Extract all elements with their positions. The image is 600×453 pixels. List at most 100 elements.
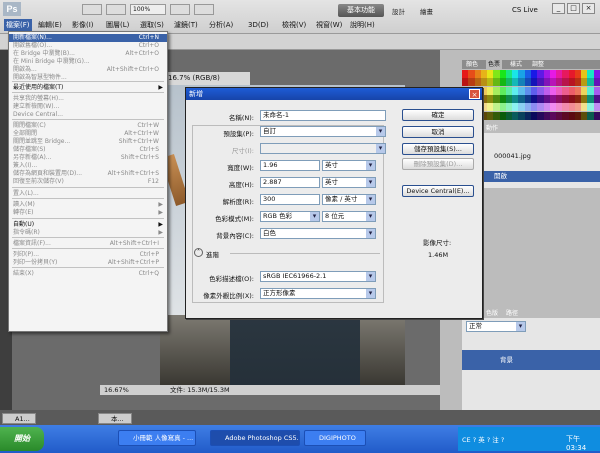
history-snapshot[interactable]: 000041.jpg [494, 152, 531, 160]
tab-styles[interactable]: 樣式 [508, 60, 524, 69]
menu-3d[interactable]: 3D(D) [246, 19, 271, 31]
start-button[interactable]: 開始 [0, 427, 44, 451]
pixel-aspect-select[interactable]: 正方形像素 [260, 288, 376, 299]
bit-depth-select[interactable]: 8 位元 [322, 211, 376, 222]
file-menu-item[interactable]: 關閉檔案(C) Ctrl+W [9, 122, 167, 130]
file-menu-item[interactable]: 簽入(I)... [9, 162, 167, 170]
view-extras-button[interactable] [170, 4, 190, 15]
tab-color[interactable]: 顏色 [464, 60, 480, 69]
minimized-doc-2[interactable]: 本... [98, 413, 132, 424]
file-menu-item[interactable]: 開啟為智慧型物件... [9, 74, 167, 82]
width-field[interactable]: 1.96 [260, 160, 320, 171]
task-browser[interactable]: 小冊範 人像寫真 - ... [118, 430, 196, 446]
menu-help[interactable]: 說明(H) [348, 19, 377, 31]
workspace-essentials-button[interactable]: 基本功能 [338, 4, 384, 17]
tab-adjustments[interactable]: 調整 [530, 60, 546, 69]
swatch[interactable] [593, 94, 600, 103]
color-profile-select[interactable]: sRGB IEC61966-2.1 [260, 271, 376, 282]
task-digiphoto[interactable]: DIGIPHOTO [304, 430, 366, 446]
save-preset-button[interactable]: 儲存預設集(S)... [402, 143, 474, 155]
size-label: 尺寸(I): [231, 147, 254, 155]
cancel-button[interactable]: 取消 [402, 126, 474, 138]
menu-window[interactable]: 視窗(W) [314, 19, 344, 31]
file-menu-item[interactable]: 轉存(E) ▶ [9, 209, 167, 217]
menu-view[interactable]: 檢視(V) [280, 19, 308, 31]
width-unit-select[interactable]: 英寸 [322, 160, 376, 171]
file-menu-item[interactable]: 置入(L)... [9, 190, 167, 198]
file-menu-item[interactable]: 另存新檔(A)... Shift+Ctrl+S [9, 154, 167, 162]
swatch[interactable] [593, 86, 600, 95]
file-menu-item[interactable]: 開新檔案(N)... Ctrl+N [9, 34, 167, 42]
ime-indicator[interactable]: CE ? 英 ? 注 ? [462, 434, 504, 444]
file-menu-item[interactable]: 建立新檢閱(W)... [9, 103, 167, 111]
menu-file[interactable]: 檔案(F) [4, 19, 32, 31]
menu-edit[interactable]: 編輯(E) [36, 19, 64, 31]
advanced-toggle-icon[interactable]: ˄ [194, 248, 203, 257]
file-menu-item[interactable]: 最近使用的檔案(T) ▶ [9, 84, 167, 92]
file-menu-item[interactable]: 讀入(M) ▶ [9, 201, 167, 209]
file-menu-item[interactable]: 列印一份拷貝(Y) Alt+Shift+Ctrl+P [9, 259, 167, 267]
tab-paths[interactable]: 路徑 [504, 309, 520, 318]
height-unit-select[interactable]: 英寸 [322, 177, 376, 188]
file-menu-item[interactable]: 儲存檔案(S) Ctrl+S [9, 146, 167, 154]
dialog-close-icon[interactable]: × [469, 89, 480, 99]
file-menu-item[interactable]: 指令碼(R) ▶ [9, 229, 167, 237]
background-select[interactable]: 白色 [260, 228, 376, 239]
file-menu-item[interactable]: 儲存為網頁和裝置用(D)... Alt+Shift+Ctrl+S [9, 170, 167, 178]
file-menu-item[interactable]: 關閉並跳至 Bridge... Shift+Ctrl+W [9, 138, 167, 146]
cs-live-button[interactable]: CS Live [512, 6, 538, 14]
size-select[interactable] [260, 143, 386, 154]
file-menu-item[interactable]: 開啟為... Alt+Shift+Ctrl+O [9, 66, 167, 74]
file-menu-item[interactable]: 開啟舊檔(O)... Ctrl+O [9, 42, 167, 50]
file-menu-item[interactable]: 自動(U) ▶ [9, 221, 167, 229]
file-menu-item[interactable]: 結束(X) Ctrl+Q [9, 270, 167, 278]
menu-image[interactable]: 影像(I) [70, 19, 96, 31]
menu-item-label: 關閉檔案(C) [13, 122, 46, 129]
blend-mode-select[interactable]: 正常 [466, 321, 526, 332]
file-menu-item[interactable]: 全部關閉 Alt+Ctrl+W [9, 130, 167, 138]
color-mode-select[interactable]: RGB 色彩 [260, 211, 320, 222]
status-zoom[interactable]: 16.67% [104, 385, 129, 395]
swatch[interactable] [593, 103, 600, 112]
file-menu-item[interactable]: 在 Bridge 中瀏覽(B)... Alt+Ctrl+O [9, 50, 167, 58]
swatch[interactable] [593, 111, 600, 120]
tab-swatches[interactable]: 色票 [486, 60, 503, 69]
bridge-button[interactable] [82, 4, 102, 15]
delete-preset-button[interactable]: 刪除預設集(D)... [402, 158, 474, 170]
advanced-label[interactable]: 進階 [206, 249, 219, 259]
task-photoshop[interactable]: Adobe Photoshop CS5... [210, 430, 300, 446]
resolution-field[interactable]: 300 [260, 194, 320, 205]
workspace-design-link[interactable]: 設計 [392, 6, 405, 16]
minimize-icon[interactable]: _ [552, 3, 565, 14]
swatch[interactable] [593, 78, 600, 87]
height-field[interactable]: 2.887 [260, 177, 320, 188]
ok-button[interactable]: 確定 [402, 109, 474, 121]
file-menu-item[interactable]: 回復至前次儲存(V) F12 [9, 178, 167, 186]
file-menu-item[interactable]: 共享我的螢幕(H)... [9, 95, 167, 103]
file-menu-item[interactable]: 檔案資訊(F)... Alt+Shift+Ctrl+I [9, 240, 167, 248]
resolution-unit-select[interactable]: 像素 / 英寸 [322, 194, 376, 205]
menu-layer[interactable]: 圖層(L) [104, 19, 131, 31]
tab-actions[interactable]: 動作 [484, 124, 500, 133]
swatch[interactable] [593, 70, 600, 78]
close-icon[interactable]: × [582, 3, 595, 14]
mini-bridge-button[interactable] [106, 4, 126, 15]
file-menu-item[interactable]: Device Central... [9, 111, 167, 119]
menu-filter[interactable]: 濾鏡(T) [172, 19, 200, 31]
minimized-doc-1[interactable]: A1... [2, 413, 36, 424]
file-menu-item[interactable]: 在 Mini Bridge 中瀏覽(G)... [9, 58, 167, 66]
arrange-docs-button[interactable] [194, 4, 214, 15]
tab-channels[interactable]: 色版 [484, 309, 500, 318]
menu-select[interactable]: 選取(S) [138, 19, 166, 31]
menu-item-shortcut: Alt+Shift+Ctrl+O [106, 66, 159, 73]
maximize-icon[interactable]: □ [567, 3, 580, 14]
app-toolbar: 100% [82, 3, 214, 16]
preset-select[interactable]: 自訂 [260, 126, 386, 137]
device-central-button[interactable]: Device Central(E)... [402, 185, 474, 197]
workspace-painting-link[interactable]: 繪畫 [420, 6, 433, 16]
layer-row-background[interactable]: 背景 [462, 350, 600, 370]
name-field[interactable]: 未命名-1 [260, 110, 386, 121]
zoom-select[interactable]: 100% [130, 4, 166, 15]
menu-analysis[interactable]: 分析(A) [207, 19, 235, 31]
file-menu-item[interactable]: 列印(P)... Ctrl+P [9, 251, 167, 259]
